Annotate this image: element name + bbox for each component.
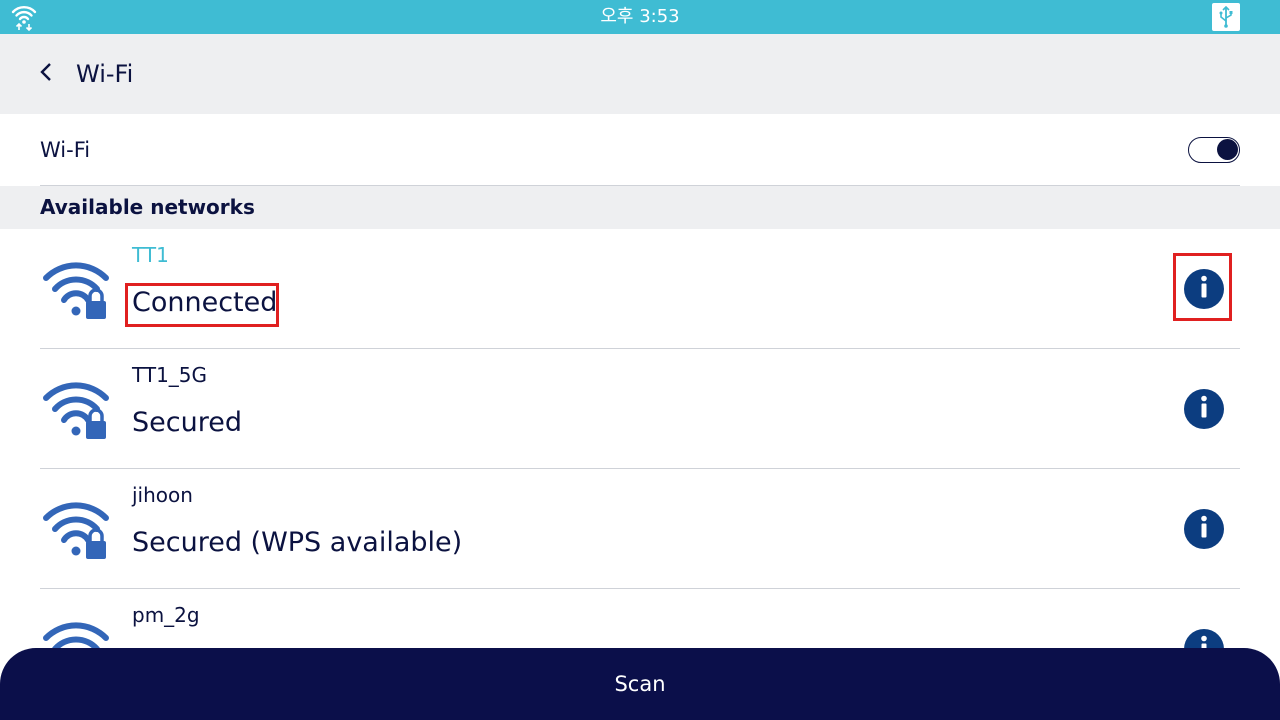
info-button[interactable]: [1184, 389, 1224, 429]
status-bar: 오후 3:53: [0, 0, 1280, 34]
back-button[interactable]: [26, 54, 66, 94]
section-title: Available networks: [40, 195, 255, 219]
wifi-toggle-switch[interactable]: [1188, 137, 1240, 163]
info-icon: [1184, 387, 1224, 431]
wifi-lock-icon: [42, 499, 110, 561]
scan-button-label: Scan: [614, 672, 666, 696]
network-item-jihoon[interactable]: jihoon Secured (WPS available): [0, 469, 1280, 589]
chevron-left-icon: [38, 61, 54, 87]
usb-icon: [1212, 3, 1240, 31]
header: Wi-Fi: [0, 34, 1280, 114]
network-status: Secured: [132, 407, 242, 438]
page-title: Wi-Fi: [76, 60, 134, 88]
network-item-tt1[interactable]: TT1 Connected: [0, 229, 1280, 349]
toggle-knob: [1217, 139, 1238, 160]
network-status: Connected: [132, 287, 278, 318]
scan-button[interactable]: Scan: [0, 648, 1280, 720]
network-ssid: pm_2g: [132, 603, 200, 627]
wifi-toggle-row: Wi-Fi: [0, 114, 1280, 186]
network-ssid: TT1_5G: [132, 363, 208, 387]
section-header: Available networks: [0, 186, 1280, 229]
info-button[interactable]: [1184, 509, 1224, 549]
status-time: 오후 3:53: [600, 6, 680, 27]
wifi-lock-icon: [42, 379, 110, 441]
network-ssid: jihoon: [132, 483, 193, 507]
network-ssid: TT1: [132, 243, 169, 267]
wifi-lock-icon: [42, 259, 110, 321]
network-item-tt1-5g[interactable]: TT1_5G Secured: [0, 349, 1280, 469]
wifi-toggle-label: Wi-Fi: [40, 138, 91, 162]
network-status: Secured (WPS available): [132, 527, 463, 558]
info-button[interactable]: [1184, 269, 1224, 309]
info-icon: [1184, 507, 1224, 551]
info-icon: [1184, 267, 1224, 311]
